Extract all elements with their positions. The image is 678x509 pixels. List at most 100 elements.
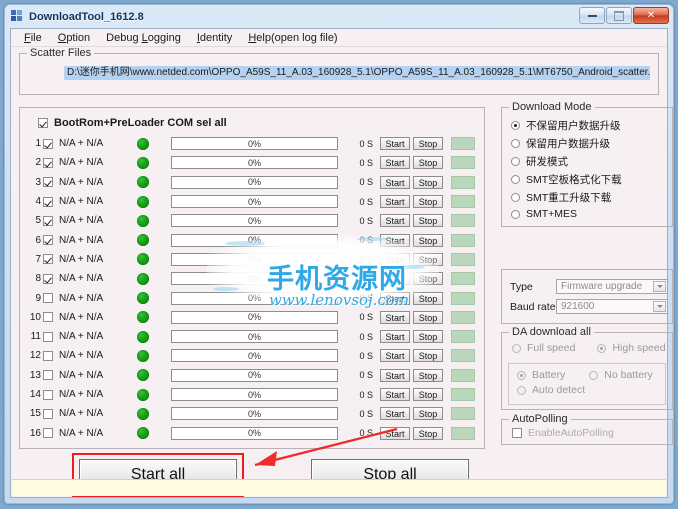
menu-item-option[interactable]: Option xyxy=(50,31,98,45)
maximize-button[interactable] xyxy=(606,7,632,24)
row-stop-button[interactable]: Stop xyxy=(413,214,443,228)
row-stop-button[interactable]: Stop xyxy=(413,195,443,209)
row-stop-button[interactable]: Stop xyxy=(413,330,443,344)
row-status-box xyxy=(451,368,475,382)
row-enable-checkbox[interactable] xyxy=(43,177,53,188)
row-enable-checkbox[interactable] xyxy=(43,293,53,304)
select-all-checkbox[interactable] xyxy=(38,118,48,128)
row-stop-button[interactable]: Stop xyxy=(413,137,443,151)
row-stop-button[interactable]: Stop xyxy=(413,368,443,382)
baudrate-select[interactable]: 921600 xyxy=(556,299,668,314)
select-all-row[interactable]: BootRom+PreLoader COM sel all xyxy=(38,117,227,129)
row-enable-checkbox[interactable] xyxy=(43,254,53,265)
row-start-button[interactable]: Start xyxy=(380,330,410,344)
title-bar[interactable]: DownloadTool_1612.8 ✕ xyxy=(5,5,673,28)
close-button[interactable]: ✕ xyxy=(633,7,669,24)
row-enable-checkbox[interactable] xyxy=(43,215,53,226)
radio-label: High speed xyxy=(612,342,666,354)
row-enable-checkbox[interactable] xyxy=(43,196,53,207)
row-status-box xyxy=(451,175,475,189)
row-start-button[interactable]: Start xyxy=(380,137,410,151)
da-speed-option[interactable]: Full speed xyxy=(512,342,575,354)
row-port-label: N/A + N/A xyxy=(59,234,104,246)
radio-icon[interactable] xyxy=(517,385,526,395)
download-mode-option[interactable]: 不保留用户数据升级 xyxy=(511,118,622,133)
chevron-down-icon[interactable] xyxy=(653,301,666,312)
da-battery-option[interactable]: Auto detect xyxy=(517,384,653,396)
row-enable-checkbox[interactable] xyxy=(43,389,53,400)
radio-icon[interactable] xyxy=(511,193,520,202)
download-mode-option[interactable]: SMT重工升级下载 xyxy=(511,190,622,205)
download-mode-option[interactable]: SMT+MES xyxy=(511,208,622,220)
row-start-button[interactable]: Start xyxy=(380,407,410,421)
row-enable-checkbox[interactable] xyxy=(43,428,53,439)
download-mode-option[interactable]: SMT空板格式化下载 xyxy=(511,172,622,187)
da-battery-option[interactable]: Battery xyxy=(517,369,565,381)
row-stop-button[interactable]: Stop xyxy=(413,252,443,266)
firmware-settings-fields: Type Firmware upgrade Baud rate 921600 xyxy=(510,279,668,319)
radio-icon[interactable] xyxy=(589,370,599,380)
download-mode-option[interactable]: 保留用户数据升级 xyxy=(511,136,622,151)
row-start-button[interactable]: Start xyxy=(380,156,410,170)
row-status-box xyxy=(451,214,475,228)
row-stop-button[interactable]: Stop xyxy=(413,272,443,286)
autopolling-row[interactable]: EnableAutoPolling xyxy=(512,427,614,439)
row-start-button[interactable]: Start xyxy=(380,388,410,401)
row-start-button[interactable]: Start xyxy=(380,272,410,286)
row-enable-checkbox[interactable] xyxy=(43,235,53,246)
row-stop-button[interactable]: Stop xyxy=(413,291,443,305)
row-start-button[interactable]: Start xyxy=(380,233,410,247)
row-stop-button[interactable]: Stop xyxy=(413,175,443,189)
row-status-box xyxy=(451,330,475,344)
enable-autopolling-checkbox[interactable] xyxy=(512,428,522,438)
row-start-button[interactable]: Start xyxy=(380,214,410,228)
radio-icon[interactable] xyxy=(511,157,520,166)
row-start-button[interactable]: Start xyxy=(380,252,410,266)
row-start-button[interactable]: Start xyxy=(380,349,410,363)
row-start-button[interactable]: Start xyxy=(380,368,410,382)
row-enable-checkbox[interactable] xyxy=(43,370,53,381)
menu-item-debug-logging[interactable]: Debug Logging xyxy=(98,31,189,45)
type-select[interactable]: Firmware upgrade xyxy=(556,279,668,294)
radio-icon[interactable] xyxy=(511,175,520,184)
radio-icon[interactable] xyxy=(511,139,520,148)
row-start-button[interactable]: Start xyxy=(380,291,410,305)
row-enable-checkbox[interactable] xyxy=(43,157,53,168)
row-stop-button[interactable]: Stop xyxy=(413,156,443,170)
row-progress-bar: 0% xyxy=(171,407,338,421)
row-enable-checkbox[interactable] xyxy=(43,312,53,323)
row-enable-checkbox[interactable] xyxy=(43,273,53,284)
row-start-button[interactable]: Start xyxy=(380,175,410,189)
table-row: 6 N/A + N/A 0% 0 S Start Stop xyxy=(22,230,482,249)
radio-icon[interactable] xyxy=(512,343,521,353)
row-enable-checkbox[interactable] xyxy=(43,331,53,342)
row-start-button[interactable]: Start xyxy=(380,195,410,209)
da-battery-option[interactable]: No battery xyxy=(589,369,653,381)
menu-item-identity[interactable]: Identity xyxy=(189,31,240,45)
row-stop-button[interactable]: Stop xyxy=(413,233,443,247)
row-stop-button[interactable]: Stop xyxy=(413,349,443,363)
da-speed-option[interactable]: High speed xyxy=(597,342,666,354)
chevron-down-icon[interactable] xyxy=(653,281,666,292)
row-status-box xyxy=(451,407,475,421)
minimize-button[interactable] xyxy=(579,7,605,24)
row-enable-checkbox[interactable] xyxy=(43,350,53,361)
row-stop-button[interactable]: Stop xyxy=(413,426,443,440)
download-mode-option[interactable]: 研发模式 xyxy=(511,154,622,169)
row-start-button[interactable]: Start xyxy=(380,310,410,324)
row-stop-button[interactable]: Stop xyxy=(413,407,443,421)
menu-item-help[interactable]: Help(open log file) xyxy=(240,31,345,45)
row-enable-checkbox[interactable] xyxy=(43,408,53,419)
menu-item-file[interactable]: File xyxy=(16,31,50,45)
radio-icon[interactable] xyxy=(597,343,607,353)
row-enable-checkbox[interactable] xyxy=(43,138,53,149)
row-stop-button[interactable]: Stop xyxy=(413,388,443,401)
row-status-box xyxy=(451,252,475,266)
status-led-icon xyxy=(137,234,149,247)
scatter-file-path[interactable]: D:\迷你手机网\www.netded.com\OPPO_A59S_11_A.0… xyxy=(64,66,650,80)
radio-icon[interactable] xyxy=(511,121,520,130)
radio-icon[interactable] xyxy=(511,209,520,219)
radio-icon[interactable] xyxy=(517,370,526,380)
row-index: 9 xyxy=(35,292,41,304)
row-stop-button[interactable]: Stop xyxy=(413,310,443,324)
